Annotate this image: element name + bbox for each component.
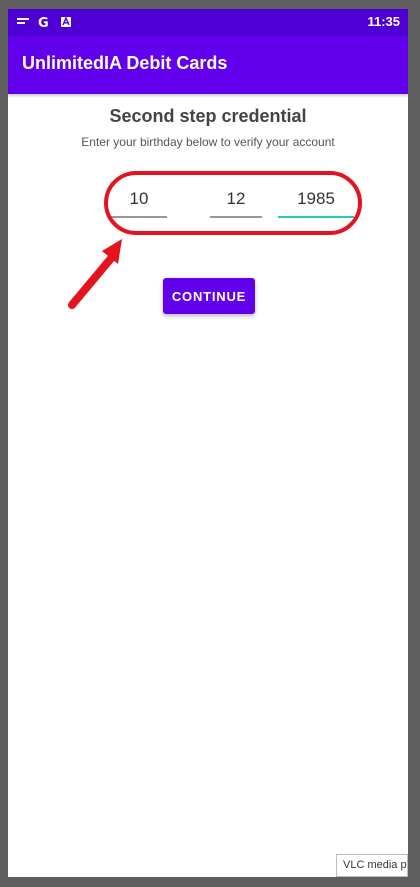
annotation-arrow-icon <box>68 239 122 309</box>
svg-text:G: G <box>38 16 49 29</box>
google-icon: G <box>38 14 52 30</box>
continue-button[interactable]: CONTINUE <box>163 278 255 314</box>
phone-screen: G 11:35 UnlimitedIA Debit Cards Second s… <box>8 9 408 877</box>
credential-subtitle: Enter your birthday below to verify your… <box>81 135 335 149</box>
credential-title: Second step credential <box>109 106 307 126</box>
highlight-loop <box>104 171 362 235</box>
app-bar: UnlimitedIA Debit Cards <box>8 36 408 94</box>
status-bar: G 11:35 <box>8 9 408 36</box>
app-title: UnlimitedIA Debit Cards <box>22 53 228 73</box>
app-icon <box>60 14 72 30</box>
status-time: 11:35 <box>367 14 400 29</box>
vlc-tooltip: VLC media p <box>336 854 408 877</box>
notification-icon <box>16 14 30 30</box>
status-icons: G <box>16 13 72 31</box>
